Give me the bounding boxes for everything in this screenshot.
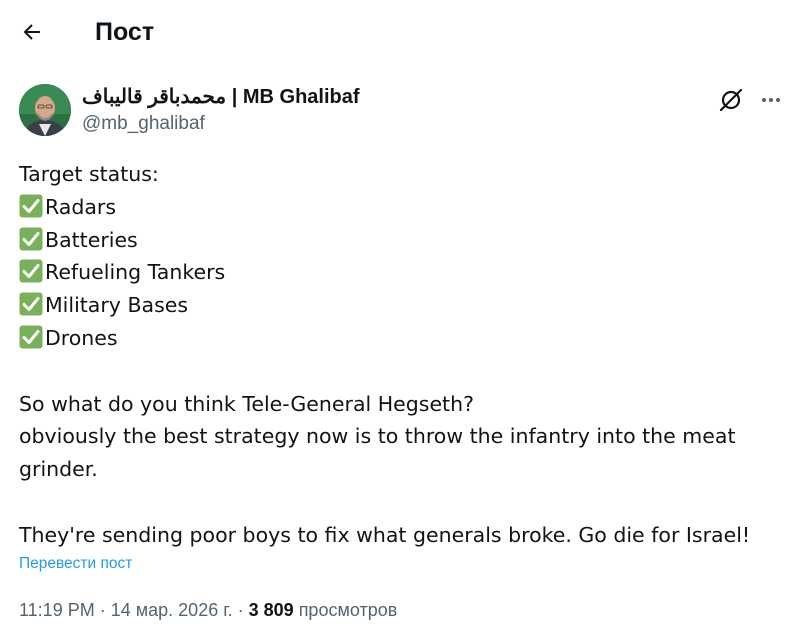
views-count: 3 809 xyxy=(248,600,294,620)
checklist-item: Refueling Tankers xyxy=(19,256,789,289)
author-handle[interactable]: @mb_ghalibaf xyxy=(82,112,205,136)
views-label: просмотров xyxy=(298,600,398,620)
checklist-item: Military Bases xyxy=(19,289,789,322)
back-arrow-icon xyxy=(23,24,40,40)
check-mark-icon xyxy=(19,194,43,218)
avatar[interactable] xyxy=(19,84,71,136)
checklist-label: Refueling Tankers xyxy=(45,260,226,285)
check-mark-icon xyxy=(19,259,43,283)
checklist-label: Batteries xyxy=(45,227,138,252)
grok-icon[interactable] xyxy=(717,86,745,114)
header-bar: Пост xyxy=(0,0,800,62)
checklist-label: Military Bases xyxy=(45,293,189,318)
post-intro: Target status: xyxy=(19,162,159,186)
translate-post-link[interactable]: Перевести пост xyxy=(19,554,132,574)
meta-separator: · xyxy=(99,600,106,620)
checklist-label: Radars xyxy=(45,194,117,219)
author-name[interactable]: محمدباقر قالیباف | MB Ghalibaf xyxy=(82,84,360,110)
check-mark-icon xyxy=(19,325,43,349)
post-time[interactable]: 11:19 PM xyxy=(19,600,95,620)
more-options-icon[interactable] xyxy=(757,86,785,114)
checklist-item: Batteries xyxy=(19,224,789,257)
meta-separator: · xyxy=(237,600,244,620)
post-date[interactable]: 14 мар. 2026 г. xyxy=(111,600,233,620)
checklist-item: Drones xyxy=(19,322,789,355)
checklist-item: Radars xyxy=(19,191,789,224)
paragraph-1-line: grinder. xyxy=(19,457,98,482)
check-mark-icon xyxy=(19,227,43,251)
paragraph-2: They're sending poor boys to fix what ge… xyxy=(19,522,751,547)
post-text: Target status: Radars Batteries Refuelin… xyxy=(19,158,789,552)
post-meta: 11:19 PM · 14 мар. 2026 г. · 3 809 просм… xyxy=(19,598,397,622)
paragraph-1-line: obviously the best strategy now is to th… xyxy=(19,424,736,449)
checklist-label: Drones xyxy=(45,325,118,350)
paragraph-1-line: So what do you think Tele-General Hegset… xyxy=(19,391,474,416)
author-row: محمدباقر قالیباف | MB Ghalibaf @mb_ghali… xyxy=(19,82,789,138)
check-mark-icon xyxy=(19,292,43,316)
avatar-image xyxy=(19,84,71,136)
page-title: Пост xyxy=(95,18,155,46)
back-button[interactable] xyxy=(14,14,50,50)
